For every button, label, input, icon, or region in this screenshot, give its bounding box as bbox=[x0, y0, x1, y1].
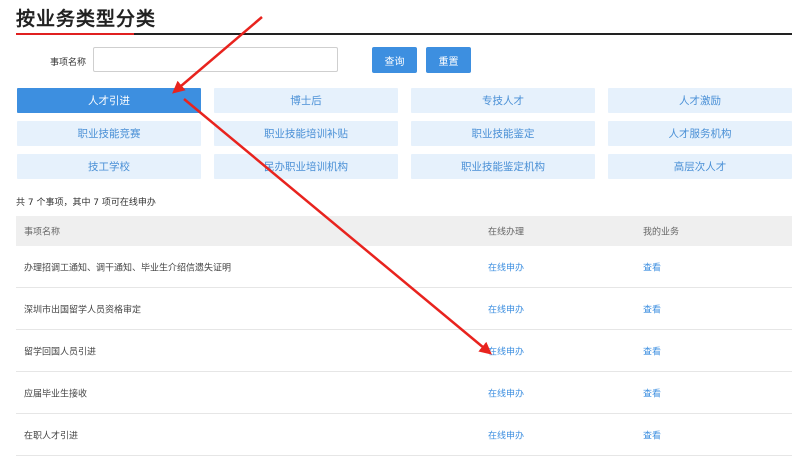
category-button[interactable]: 人才引进 bbox=[17, 88, 201, 113]
category-button[interactable]: 职业技能培训补贴 bbox=[214, 121, 398, 146]
result-summary: 共 7 个事项，其中 7 项可在线申办 bbox=[16, 198, 156, 208]
apply-online-link[interactable]: 在线申办 bbox=[488, 302, 524, 315]
apply-online-link[interactable]: 在线申办 bbox=[488, 428, 524, 441]
view-link[interactable]: 查看 bbox=[643, 302, 661, 315]
category-button[interactable]: 职业技能鉴定 bbox=[411, 121, 595, 146]
row-name: 在职人才引进 bbox=[24, 431, 79, 441]
row-name: 留学回国人员引进 bbox=[24, 347, 97, 357]
row-name: 办理招调工通知、调干通知、毕业生介绍信遗失证明 bbox=[24, 263, 232, 273]
row-name: 应届毕业生接收 bbox=[24, 389, 88, 399]
category-button[interactable]: 职业技能鉴定机构 bbox=[411, 154, 595, 179]
category-button[interactable]: 高层次人才 bbox=[608, 154, 792, 179]
row-name: 深圳市出国留学人员资格审定 bbox=[24, 305, 142, 315]
query-button[interactable]: 查询 bbox=[372, 47, 417, 73]
view-link[interactable]: 查看 bbox=[643, 386, 661, 399]
table-row: 留学回国人员引进 在线申办 查看 bbox=[16, 330, 792, 372]
header-mine: 我的业务 bbox=[643, 227, 680, 238]
category-button[interactable]: 人才服务机构 bbox=[608, 121, 792, 146]
view-link[interactable]: 查看 bbox=[643, 428, 661, 441]
category-button[interactable]: 博士后 bbox=[214, 88, 398, 113]
apply-online-link[interactable]: 在线申办 bbox=[488, 344, 524, 357]
category-button[interactable]: 技工学校 bbox=[17, 154, 201, 179]
title-accent-underline bbox=[16, 33, 134, 35]
table-row: 在职人才引进 在线申办 查看 bbox=[16, 414, 792, 456]
page-title: 按业务类型分类 bbox=[16, 8, 157, 30]
category-button[interactable]: 职业技能竞赛 bbox=[17, 121, 201, 146]
header-online: 在线办理 bbox=[488, 227, 525, 238]
reset-button[interactable]: 重置 bbox=[426, 47, 471, 73]
category-button[interactable]: 民办职业培训机构 bbox=[214, 154, 398, 179]
table-row: 应届毕业生接收 在线申办 查看 bbox=[16, 372, 792, 414]
services-table: 事项名称 在线办理 我的业务 办理招调工通知、调干通知、毕业生介绍信遗失证明 在… bbox=[16, 216, 792, 456]
apply-online-link[interactable]: 在线申办 bbox=[488, 260, 524, 273]
view-link[interactable]: 查看 bbox=[643, 344, 661, 357]
header-name: 事项名称 bbox=[24, 227, 61, 238]
table-row: 深圳市出国留学人员资格审定 在线申办 查看 bbox=[16, 288, 792, 330]
search-input[interactable] bbox=[93, 47, 338, 72]
category-button[interactable]: 人才激励 bbox=[608, 88, 792, 113]
category-button[interactable]: 专技人才 bbox=[411, 88, 595, 113]
apply-online-link[interactable]: 在线申办 bbox=[488, 386, 524, 399]
view-link[interactable]: 查看 bbox=[643, 260, 661, 273]
search-label: 事项名称 bbox=[50, 58, 87, 68]
table-row: 办理招调工通知、调干通知、毕业生介绍信遗失证明 在线申办 查看 bbox=[16, 246, 792, 288]
category-grid: 人才引进 博士后 专技人才 人才激励 职业技能竞赛 职业技能培训补贴 职业技能鉴… bbox=[17, 88, 793, 179]
table-header: 事项名称 在线办理 我的业务 bbox=[16, 216, 792, 246]
